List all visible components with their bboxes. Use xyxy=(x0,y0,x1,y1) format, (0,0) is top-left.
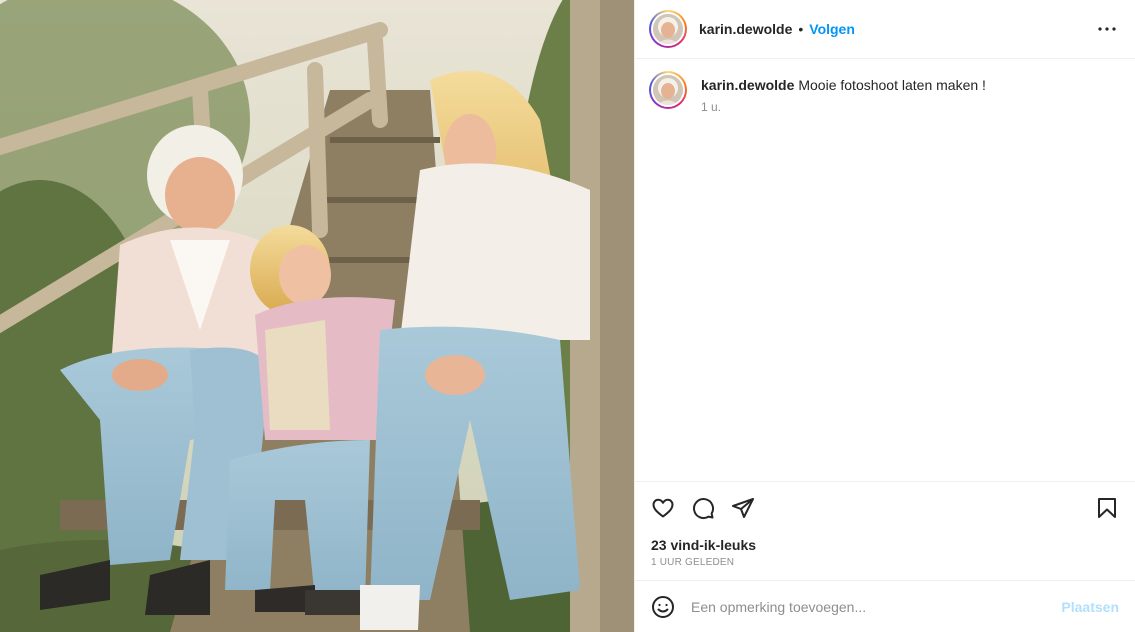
instagram-post: karin.dewolde • Volgen karin.dewolde Moo… xyxy=(0,0,1135,632)
author-username[interactable]: karin.dewolde xyxy=(699,21,792,37)
caption-time[interactable]: 1 u. xyxy=(701,100,986,114)
avatar-image xyxy=(653,75,683,105)
comment-input[interactable] xyxy=(691,598,1054,615)
avatar-image xyxy=(653,14,683,44)
emoji-icon[interactable] xyxy=(651,595,675,619)
caption-text: Mooie fotoshoot laten maken ! xyxy=(798,77,986,93)
add-comment-form: Plaatsen xyxy=(635,580,1135,632)
follow-button[interactable]: Volgen xyxy=(809,21,855,37)
heart-icon[interactable] xyxy=(651,496,675,520)
post-header: karin.dewolde • Volgen xyxy=(635,0,1135,59)
caption-username[interactable]: karin.dewolde xyxy=(701,77,794,93)
post-side-panel: karin.dewolde • Volgen karin.dewolde Moo… xyxy=(634,0,1135,632)
caption: karin.dewolde Mooie fotoshoot laten maken… xyxy=(649,71,1119,114)
posted-time[interactable]: 1 UUR GELEDEN xyxy=(635,553,1135,580)
post-photo-illustration xyxy=(0,0,634,632)
caption-avatar[interactable] xyxy=(649,71,687,109)
share-icon[interactable] xyxy=(731,496,755,520)
separator-dot: • xyxy=(798,21,804,37)
post-comment-button[interactable]: Plaatsen xyxy=(1061,599,1119,615)
comment-icon[interactable] xyxy=(691,496,715,520)
likes-count[interactable]: 23 vind-ik-leuks xyxy=(635,533,1135,553)
comments-area: karin.dewolde Mooie fotoshoot laten maken… xyxy=(635,59,1135,481)
more-horizontal-icon[interactable] xyxy=(1095,17,1119,41)
bookmark-icon[interactable] xyxy=(1095,496,1119,520)
author-avatar[interactable] xyxy=(649,10,687,48)
post-photo[interactable] xyxy=(0,0,634,632)
post-actions xyxy=(635,481,1135,533)
